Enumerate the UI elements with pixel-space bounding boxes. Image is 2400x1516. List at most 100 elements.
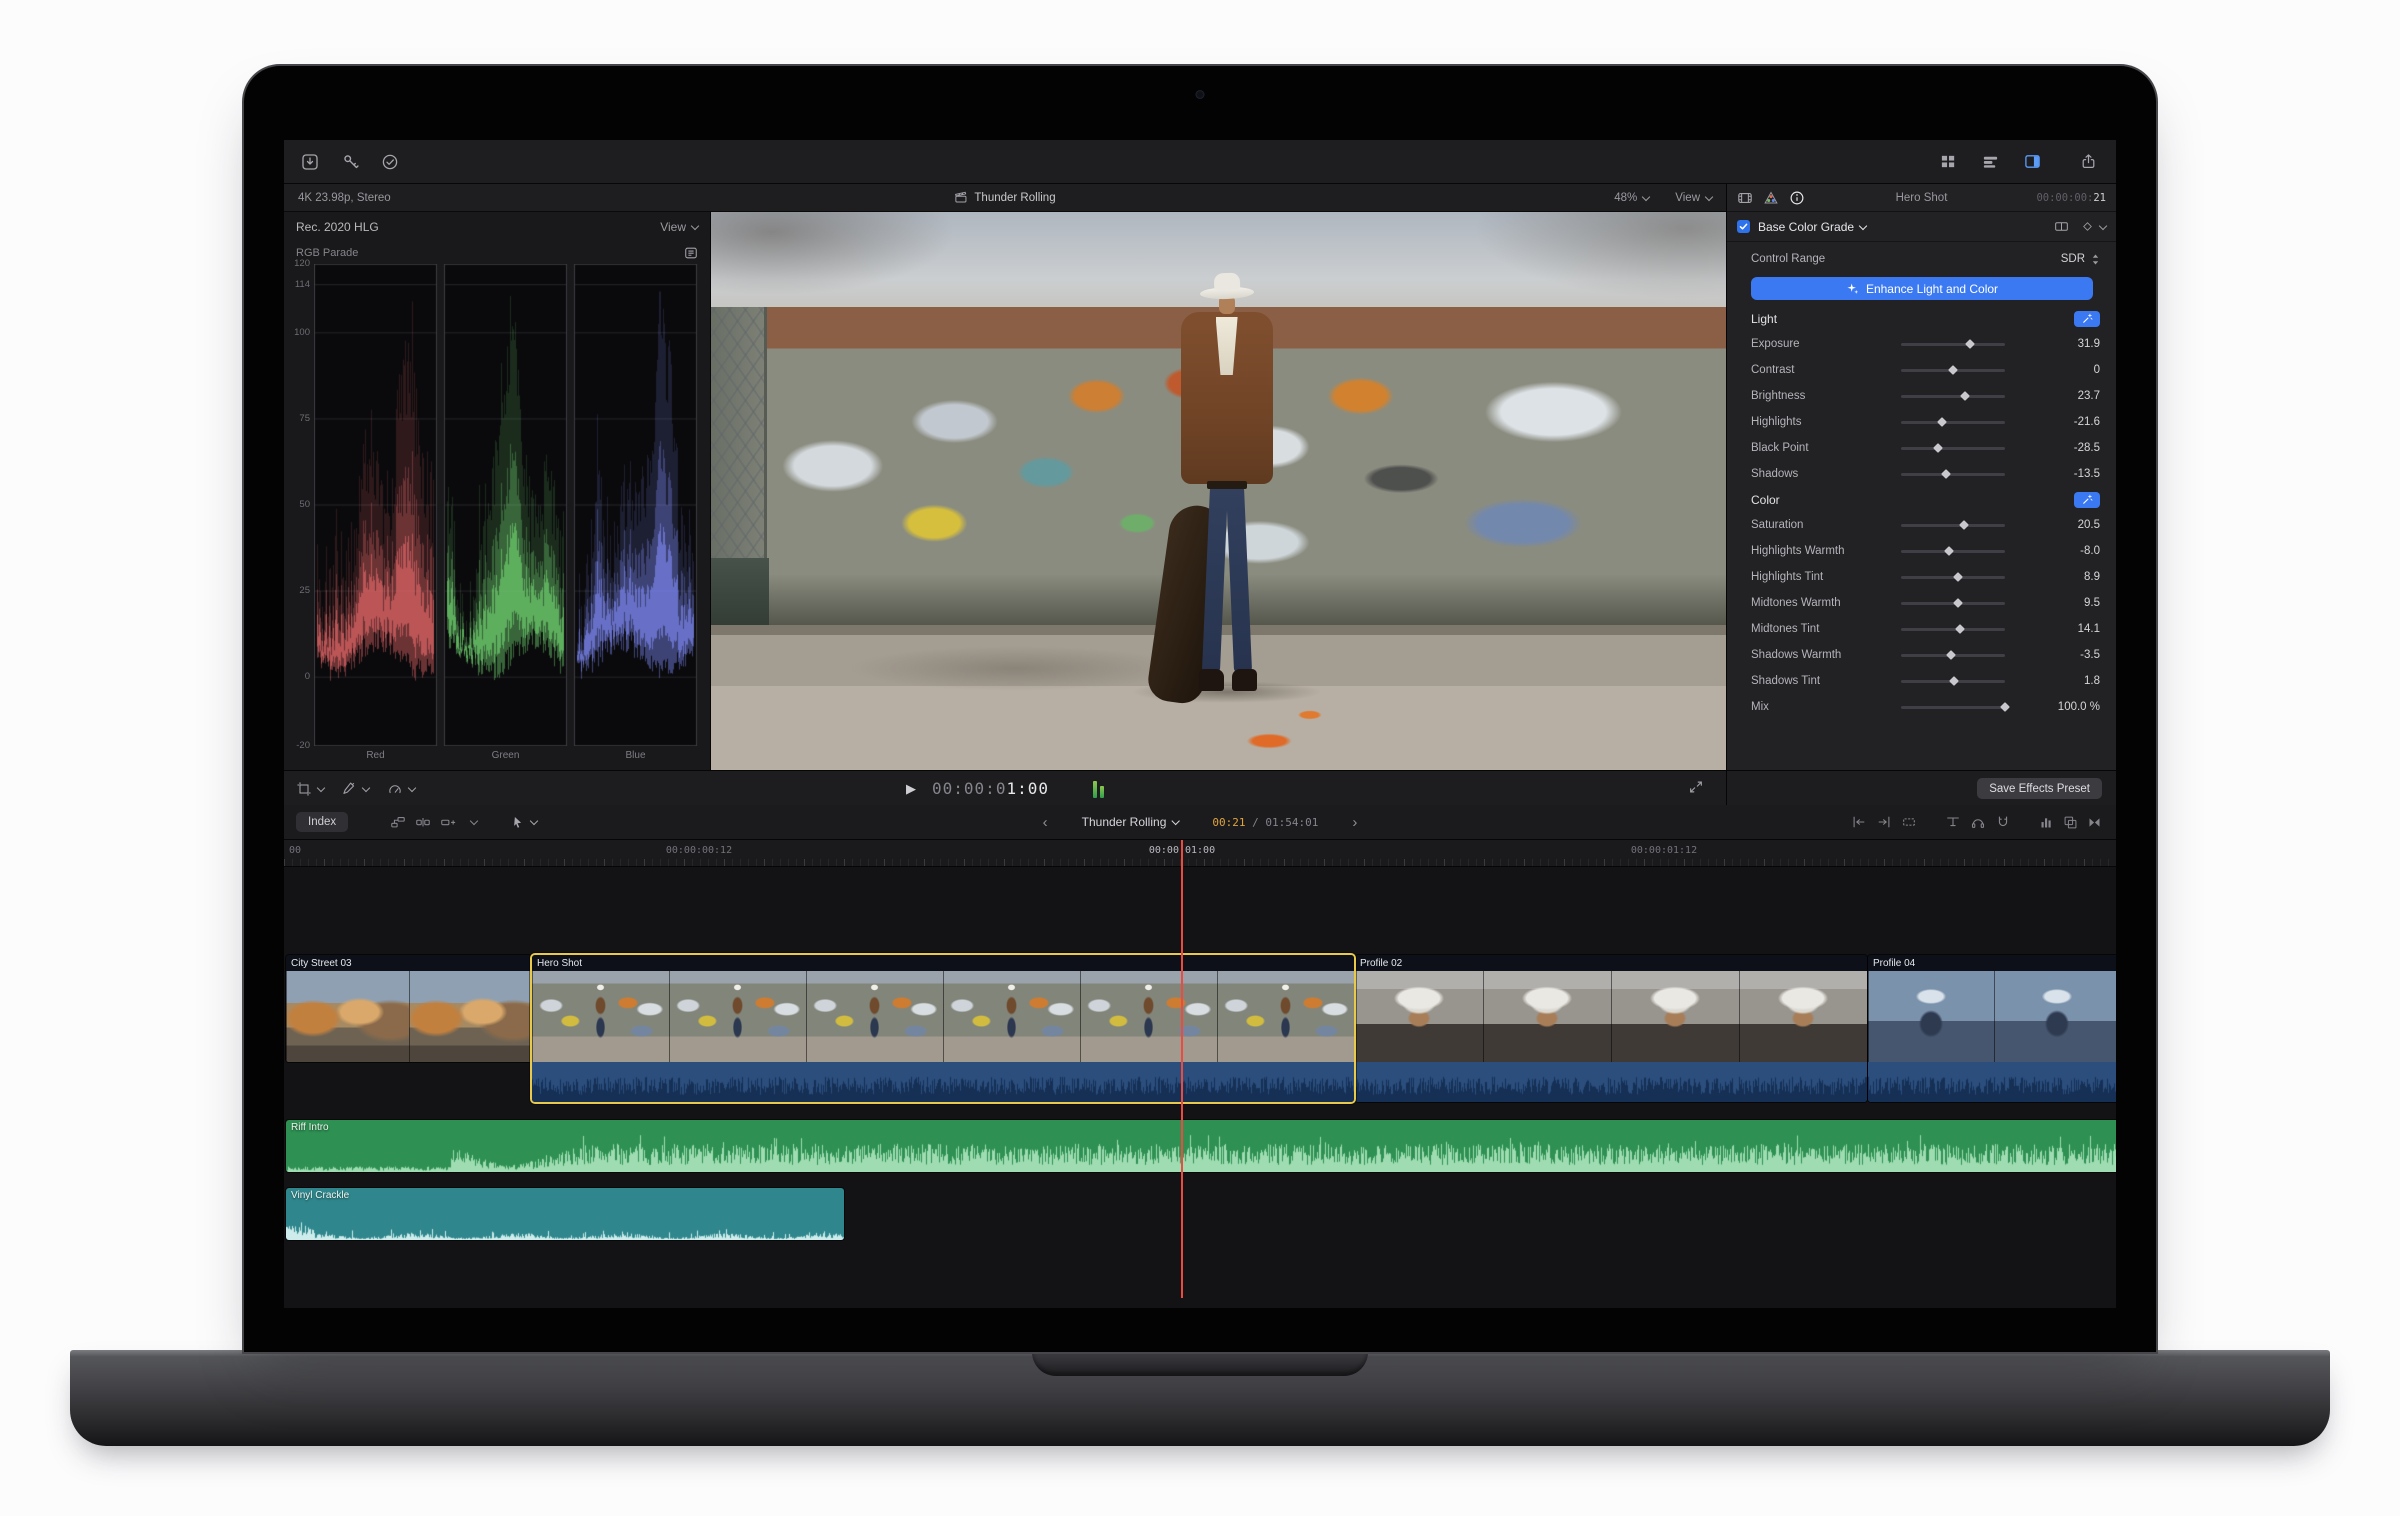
control-range-select[interactable]: SDR <box>2061 253 2100 266</box>
timeline-clip-profile-02[interactable]: Profile 02 <box>1355 955 1867 1102</box>
slider-row: Shadows-13.5 <box>1727 461 2116 487</box>
slider-value: -3.5 <box>2080 649 2100 661</box>
info-inspector-icon[interactable] <box>1789 190 1805 206</box>
show-timeline-icon[interactable] <box>1978 150 2002 174</box>
slider-row: Black Point-28.5 <box>1727 435 2116 461</box>
skimming-icon[interactable] <box>1945 814 1961 830</box>
slider-thumb[interactable] <box>1955 624 1965 634</box>
mix-label: Mix <box>1751 701 1879 713</box>
slider-track[interactable] <box>1901 628 2005 631</box>
previous-project-icon[interactable]: ‹ <box>1043 814 1048 831</box>
light-auto-enhance-button[interactable] <box>2074 311 2100 327</box>
timeline-clip-city-street-03[interactable]: City Street 03 <box>286 955 532 1062</box>
trim-start-icon[interactable] <box>1851 814 1867 830</box>
effect-name-menu[interactable]: Base Color Grade <box>1758 220 1866 234</box>
trim-end-icon[interactable] <box>1876 814 1892 830</box>
slider-track[interactable] <box>1901 369 2005 372</box>
show-inspector-icon[interactable] <box>2020 150 2044 174</box>
slider-row: Contrast0 <box>1727 357 2116 383</box>
scope-colorspace-label: Rec. 2020 HLG <box>296 220 379 234</box>
timeline-clip-profile-04[interactable]: Profile 04 <box>1868 955 2116 1102</box>
next-project-icon[interactable]: › <box>1352 814 1357 831</box>
slider-track[interactable] <box>1901 395 2005 398</box>
connect-edit-icon[interactable] <box>390 814 406 830</box>
slider-track[interactable] <box>1901 654 2005 657</box>
timeline-ruler[interactable]: 0000:00:00:1200:00:01:0000:00:01:12 <box>284 840 2116 867</box>
slider-track[interactable] <box>1901 524 2005 527</box>
video-inspector-icon[interactable] <box>1737 190 1753 206</box>
keyword-icon[interactable] <box>338 150 362 174</box>
clip-name-label: Hero Shot <box>537 958 582 969</box>
slider-thumb[interactable] <box>1953 572 1963 582</box>
clip-filmstrip <box>532 971 1354 1062</box>
slider-thumb[interactable] <box>1953 598 1963 608</box>
clip-name-label: Riff Intro <box>291 1122 329 1133</box>
select-tool-menu[interactable] <box>511 815 537 829</box>
scope-display-options-icon[interactable] <box>684 246 698 260</box>
slider-thumb[interactable] <box>1946 650 1956 660</box>
viewer-view-menu[interactable]: View <box>1675 192 1712 204</box>
macbook-lid-notch <box>1032 1350 1368 1376</box>
slider-track[interactable] <box>1901 447 2005 450</box>
slider-value: -28.5 <box>2074 442 2100 454</box>
clip-name-label: Profile 02 <box>1360 958 1402 969</box>
range-tool-icon[interactable] <box>1901 814 1917 830</box>
show-browser-icon[interactable] <box>1936 150 1960 174</box>
share-icon[interactable] <box>2076 150 2100 174</box>
slider-track[interactable] <box>1901 576 2005 579</box>
transitions-browser-icon[interactable] <box>2087 815 2102 830</box>
slider-thumb[interactable] <box>1959 520 1969 530</box>
scope-view-menu[interactable]: View <box>660 220 698 234</box>
append-edit-icon[interactable] <box>440 814 456 830</box>
fullscreen-icon[interactable] <box>1688 779 1704 795</box>
audio-clip-vinyl-crackle[interactable]: Vinyl Crackle <box>286 1188 844 1240</box>
playhead[interactable] <box>1181 840 1183 1298</box>
slider-row: Shadows Tint1.8 <box>1727 668 2116 694</box>
effect-enable-checkbox[interactable] <box>1737 220 1750 233</box>
timeline-project-menu[interactable]: Thunder Rolling <box>1082 815 1179 829</box>
slider-track[interactable] <box>1901 550 2005 553</box>
color-inspector-icon[interactable] <box>1763 190 1779 206</box>
mix-slider-thumb[interactable] <box>2000 702 2010 712</box>
audio-clip-riff-intro[interactable]: Riff Intro <box>286 1120 2116 1172</box>
solo-icon[interactable] <box>1970 814 1986 830</box>
mix-slider-track[interactable] <box>1901 706 2005 709</box>
stepper-icon <box>2091 253 2100 266</box>
save-effects-preset-button[interactable]: Save Effects Preset <box>1977 778 2102 799</box>
slider-thumb[interactable] <box>1941 469 1951 479</box>
slider-value: 9.5 <box>2084 597 2100 609</box>
slider-track[interactable] <box>1901 602 2005 605</box>
scope-channel-label: Red <box>314 750 437 761</box>
slider-track[interactable] <box>1901 473 2005 476</box>
timeline-clip-hero-shot[interactable]: Hero Shot <box>532 955 1354 1102</box>
slider-track[interactable] <box>1901 680 2005 683</box>
scope-axis-tick: 114 <box>284 279 310 290</box>
insert-edit-icon[interactable] <box>415 814 431 830</box>
index-button[interactable]: Index <box>296 812 348 832</box>
slider-thumb[interactable] <box>1937 417 1947 427</box>
viewer-zoom-menu[interactable]: 48% <box>1614 192 1649 204</box>
import-media-icon[interactable] <box>298 150 322 174</box>
ruler-timecode-label: 00:00:00:12 <box>659 845 739 856</box>
slider-track[interactable] <box>1901 343 2005 346</box>
effects-browser-icon[interactable] <box>2063 815 2078 830</box>
clip-audio-waveform <box>532 1062 1354 1102</box>
slider-thumb[interactable] <box>1944 546 1954 556</box>
slider-thumb[interactable] <box>1949 676 1959 686</box>
enhance-light-color-button[interactable]: Enhance Light and Color <box>1751 277 2093 300</box>
clip-format-info: 4K 23.98p, Stereo <box>298 192 391 204</box>
audio-meters-icon[interactable] <box>2039 815 2054 830</box>
slider-thumb[interactable] <box>1965 339 1975 349</box>
color-auto-enhance-button[interactable] <box>2074 492 2100 508</box>
effect-nav-icon[interactable] <box>2081 220 2106 233</box>
slider-thumb[interactable] <box>1960 391 1970 401</box>
slider-thumb[interactable] <box>1948 365 1958 375</box>
compare-icon[interactable] <box>2054 219 2069 234</box>
play-button[interactable]: ▶ <box>906 781 916 797</box>
snapping-icon[interactable] <box>1995 814 2011 830</box>
slider-row: Shadows Warmth-3.5 <box>1727 642 2116 668</box>
background-tasks-icon[interactable] <box>378 150 402 174</box>
slider-track[interactable] <box>1901 421 2005 424</box>
slider-thumb[interactable] <box>1933 443 1943 453</box>
audio-meters[interactable] <box>1093 780 1104 798</box>
